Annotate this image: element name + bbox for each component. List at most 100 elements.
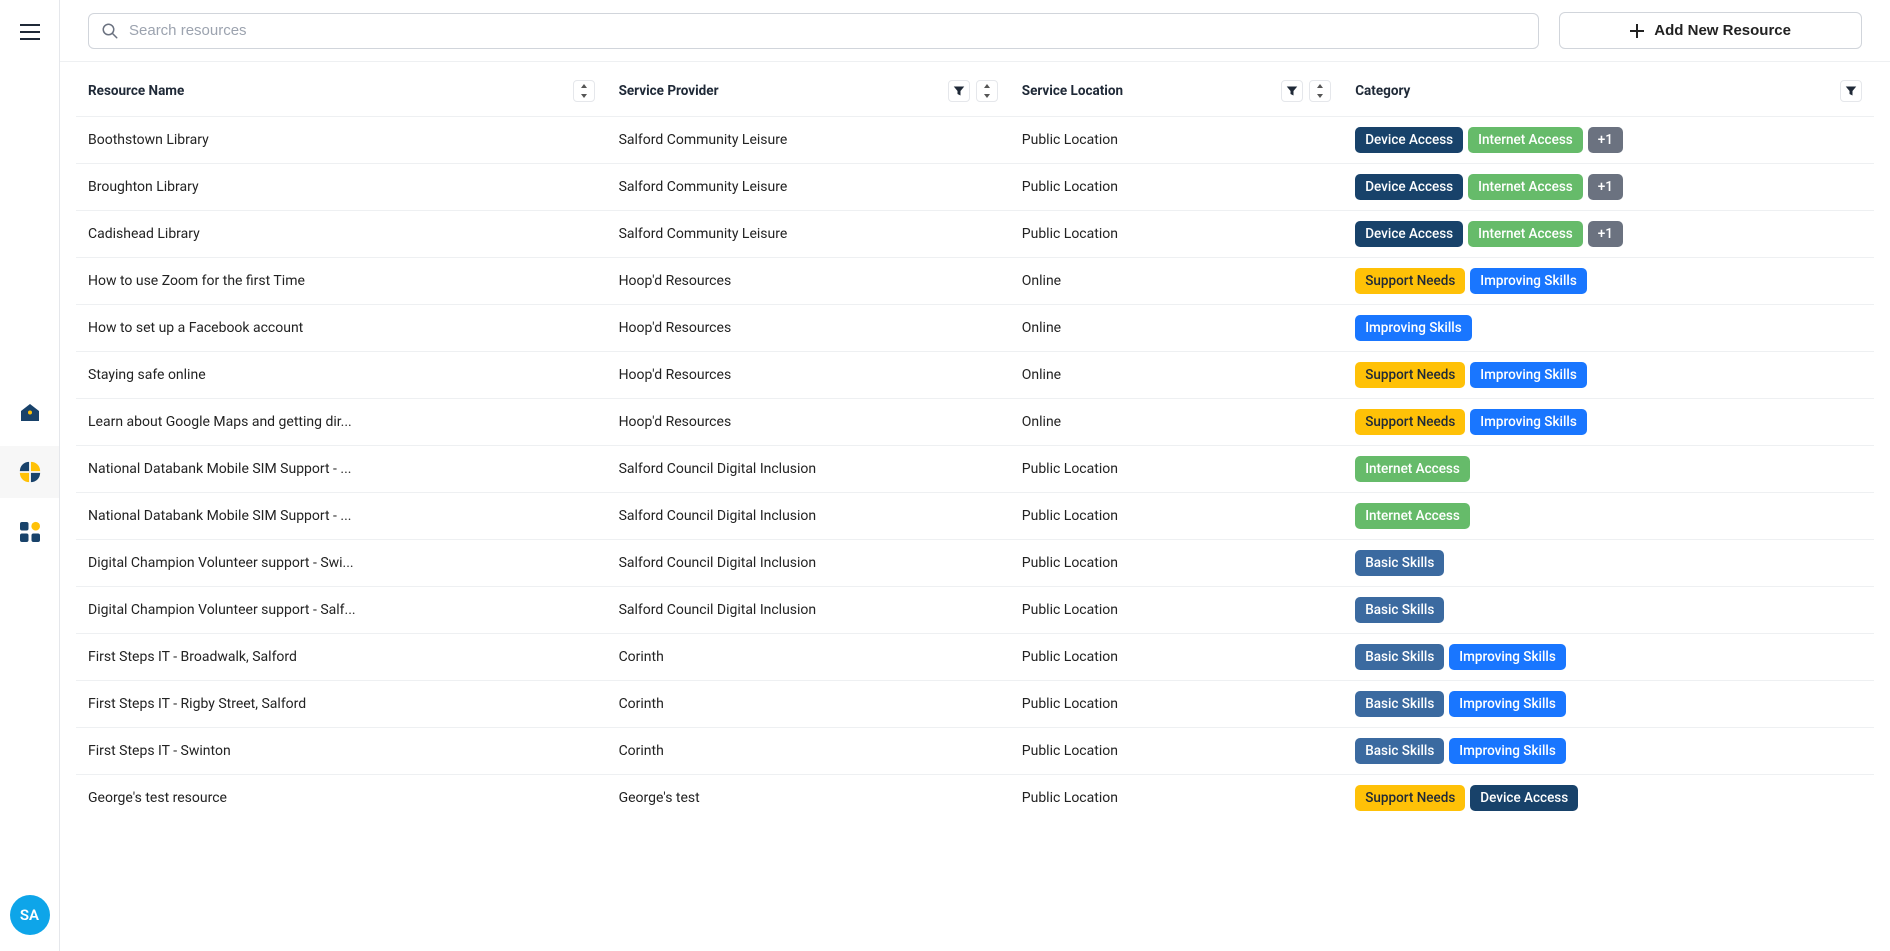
category-tag[interactable]: Improving Skills	[1449, 644, 1565, 670]
cell-category: Basic Skills	[1343, 587, 1874, 634]
search-field-wrap[interactable]	[88, 13, 1539, 49]
category-tag[interactable]: Device Access	[1355, 174, 1463, 200]
table-row[interactable]: Boothstown LibrarySalford Community Leis…	[76, 117, 1874, 164]
sort-icon	[1315, 84, 1325, 98]
cell-service-location: Public Location	[1010, 211, 1343, 258]
cell-service-location: Public Location	[1010, 446, 1343, 493]
category-tag[interactable]: Internet Access	[1468, 221, 1583, 247]
category-tag[interactable]: Internet Access	[1468, 127, 1583, 153]
category-tag[interactable]: Improving Skills	[1470, 362, 1586, 388]
cell-service-provider: Corinth	[607, 681, 1010, 728]
cell-service-location: Public Location	[1010, 587, 1343, 634]
column-header-location: Service Location	[1010, 62, 1343, 117]
category-tag[interactable]: Internet Access	[1355, 456, 1470, 482]
table-row[interactable]: How to use Zoom for the first TimeHoop'd…	[76, 258, 1874, 305]
menu-toggle-button[interactable]	[12, 16, 48, 48]
table-row[interactable]: Learn about Google Maps and getting dir.…	[76, 399, 1874, 446]
menu-icon	[20, 24, 40, 40]
table-row[interactable]: National Databank Mobile SIM Support - .…	[76, 493, 1874, 540]
cell-service-location: Public Location	[1010, 164, 1343, 211]
cell-service-location: Online	[1010, 305, 1343, 352]
sort-icon	[579, 84, 589, 98]
table-row[interactable]: First Steps IT - Broadwalk, SalfordCorin…	[76, 634, 1874, 681]
category-tag[interactable]: Device Access	[1355, 127, 1463, 153]
home-icon	[18, 400, 42, 424]
category-tag[interactable]: Internet Access	[1468, 174, 1583, 200]
column-header-name: Resource Name	[76, 62, 607, 117]
grid-circle-icon	[18, 460, 42, 484]
category-tag[interactable]: Basic Skills	[1355, 644, 1444, 670]
table-row[interactable]: First Steps IT - SwintonCorinthPublic Lo…	[76, 728, 1874, 775]
category-tag[interactable]: Support Needs	[1355, 362, 1465, 388]
table-row[interactable]: Digital Champion Volunteer support - Sal…	[76, 587, 1874, 634]
cell-resource-name: Learn about Google Maps and getting dir.…	[76, 399, 607, 446]
cell-category: Internet Access	[1343, 493, 1874, 540]
table-wrap: Resource NameService ProviderService Loc…	[60, 62, 1890, 951]
category-tag[interactable]: Support Needs	[1355, 268, 1465, 294]
sidebar-nav	[0, 386, 59, 558]
cell-category: Device AccessInternet Access+1	[1343, 117, 1874, 164]
category-tag[interactable]: Device Access	[1470, 785, 1578, 811]
table-row[interactable]: How to set up a Facebook accountHoop'd R…	[76, 305, 1874, 352]
filter-button[interactable]	[1840, 80, 1862, 102]
category-tag[interactable]: Improving Skills	[1449, 738, 1565, 764]
user-avatar[interactable]: SA	[10, 895, 50, 935]
filter-button[interactable]	[1281, 80, 1303, 102]
cell-service-provider: Hoop'd Resources	[607, 305, 1010, 352]
cell-service-location: Online	[1010, 352, 1343, 399]
column-header-provider: Service Provider	[607, 62, 1010, 117]
table-row[interactable]: Digital Champion Volunteer support - Swi…	[76, 540, 1874, 587]
category-tag[interactable]: Basic Skills	[1355, 550, 1444, 576]
table-row[interactable]: George's test resourceGeorge's testPubli…	[76, 775, 1874, 822]
nav-resources[interactable]	[0, 446, 59, 498]
cell-service-provider: Hoop'd Resources	[607, 352, 1010, 399]
filter-icon	[1286, 85, 1298, 97]
filter-button[interactable]	[948, 80, 970, 102]
cell-service-provider: Salford Community Leisure	[607, 117, 1010, 164]
add-resource-button[interactable]: Add New Resource	[1559, 12, 1862, 49]
table-row[interactable]: Broughton LibrarySalford Community Leisu…	[76, 164, 1874, 211]
category-tag[interactable]: Basic Skills	[1355, 691, 1444, 717]
sort-button[interactable]	[573, 80, 595, 102]
cell-category: Basic SkillsImproving Skills	[1343, 634, 1874, 681]
cell-resource-name: George's test resource	[76, 775, 607, 822]
cell-resource-name: First Steps IT - Broadwalk, Salford	[76, 634, 607, 681]
category-tag[interactable]: Basic Skills	[1355, 738, 1444, 764]
table-row[interactable]: Staying safe onlineHoop'd ResourcesOnlin…	[76, 352, 1874, 399]
category-overflow-badge[interactable]: +1	[1588, 174, 1623, 200]
search-input[interactable]	[129, 22, 1526, 39]
category-tag[interactable]: Support Needs	[1355, 785, 1465, 811]
nav-home[interactable]	[0, 386, 59, 438]
cell-resource-name: How to set up a Facebook account	[76, 305, 607, 352]
category-tag[interactable]: Improving Skills	[1449, 691, 1565, 717]
category-tag[interactable]: Internet Access	[1355, 503, 1470, 529]
nav-apps[interactable]	[0, 506, 59, 558]
table-row[interactable]: First Steps IT - Rigby Street, SalfordCo…	[76, 681, 1874, 728]
category-tag[interactable]: Device Access	[1355, 221, 1463, 247]
cell-resource-name: Staying safe online	[76, 352, 607, 399]
sidebar-bottom: SA	[10, 895, 50, 935]
cell-resource-name: Digital Champion Volunteer support - Sal…	[76, 587, 607, 634]
cell-service-provider: Salford Community Leisure	[607, 164, 1010, 211]
category-tag[interactable]: Support Needs	[1355, 409, 1465, 435]
category-tag[interactable]: Basic Skills	[1355, 597, 1444, 623]
cell-category: Basic Skills	[1343, 540, 1874, 587]
sort-button[interactable]	[976, 80, 998, 102]
cell-service-location: Public Location	[1010, 540, 1343, 587]
cell-resource-name: Broughton Library	[76, 164, 607, 211]
sort-button[interactable]	[1309, 80, 1331, 102]
apps-icon	[18, 520, 42, 544]
topbar: Add New Resource	[60, 0, 1890, 62]
category-overflow-badge[interactable]: +1	[1588, 221, 1623, 247]
cell-service-provider: George's test	[607, 775, 1010, 822]
sort-icon	[982, 84, 992, 98]
cell-service-location: Online	[1010, 258, 1343, 305]
cell-category: Internet Access	[1343, 446, 1874, 493]
category-tag[interactable]: Improving Skills	[1470, 409, 1586, 435]
category-tag[interactable]: Improving Skills	[1470, 268, 1586, 294]
category-tag[interactable]: Improving Skills	[1355, 315, 1471, 341]
table-row[interactable]: National Databank Mobile SIM Support - .…	[76, 446, 1874, 493]
table-row[interactable]: Cadishead LibrarySalford Community Leisu…	[76, 211, 1874, 258]
category-overflow-badge[interactable]: +1	[1588, 127, 1623, 153]
filter-icon	[953, 85, 965, 97]
